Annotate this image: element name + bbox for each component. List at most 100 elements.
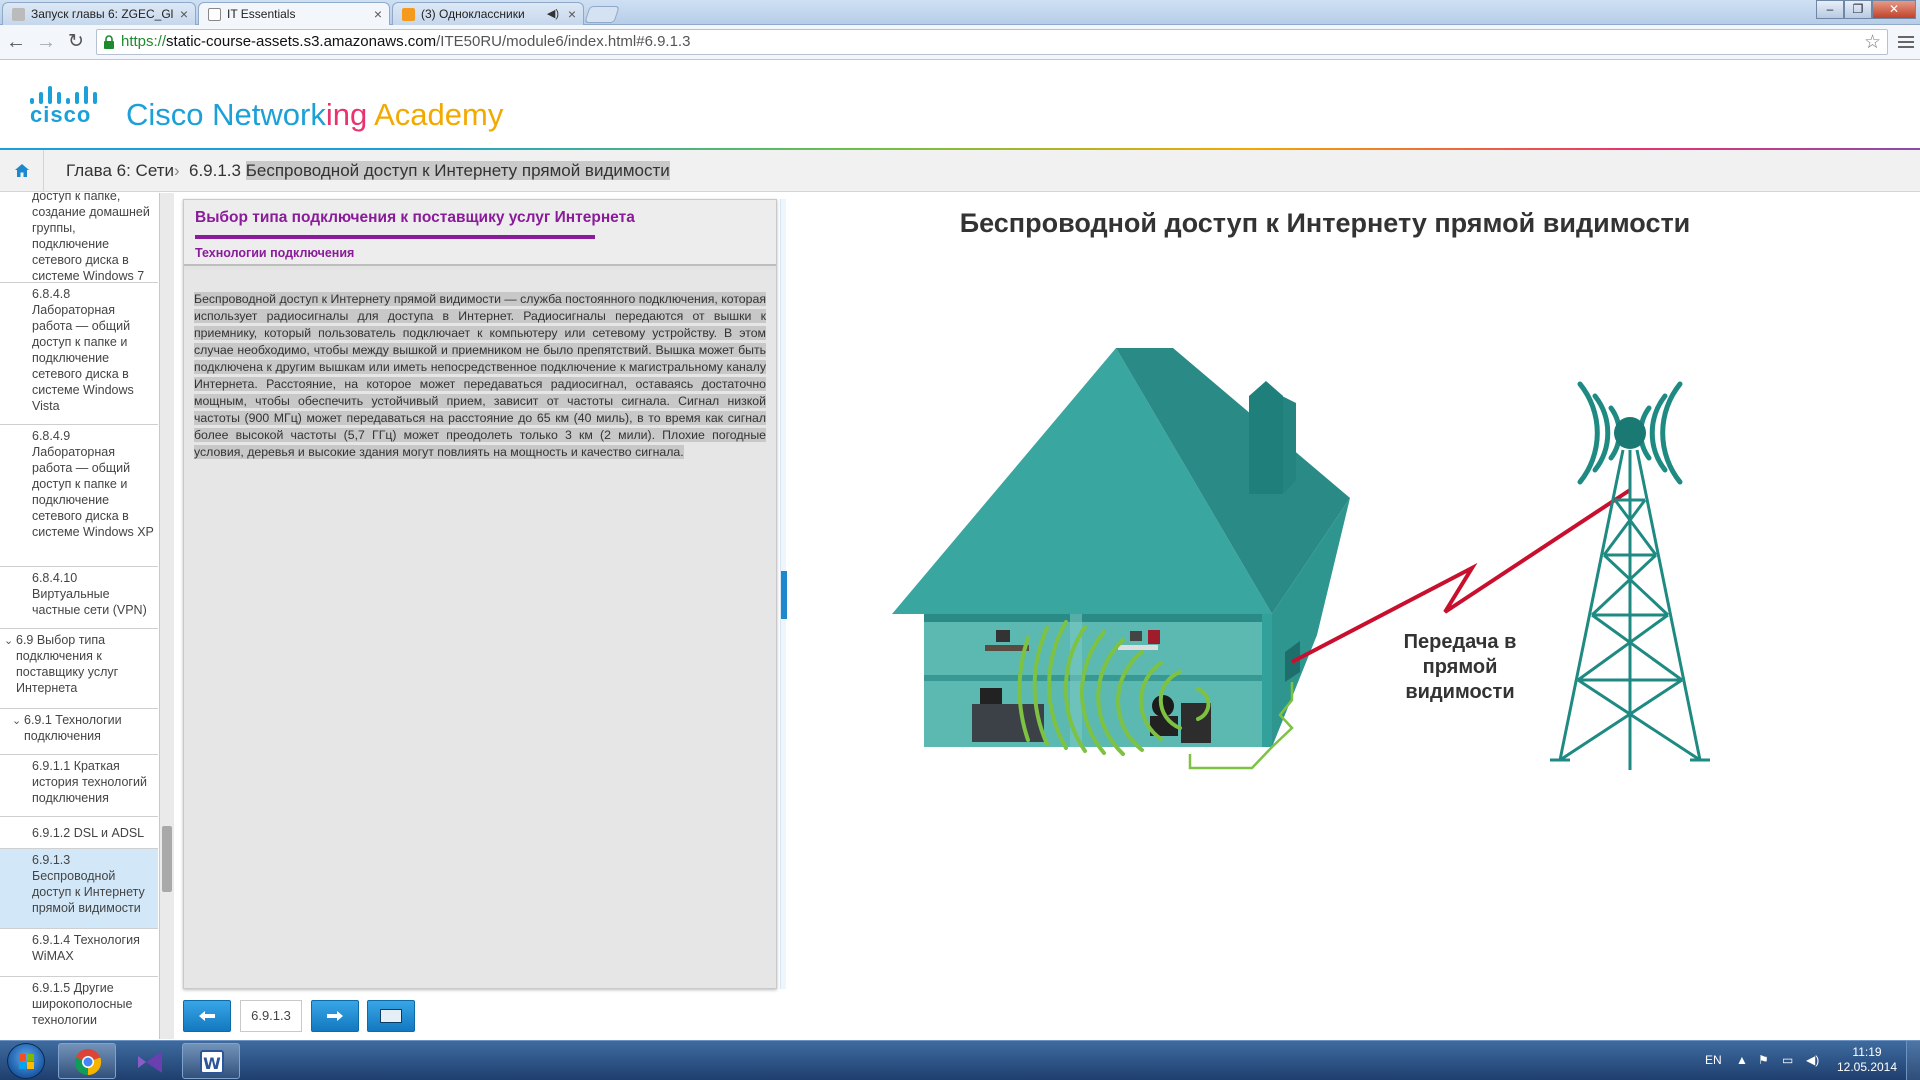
next-page-button[interactable]	[311, 1000, 359, 1032]
cisco-logo-word: cisco	[30, 102, 92, 127]
breadcrumb-chapter[interactable]: Глава 6: Сети	[66, 161, 174, 181]
odnoklassniki-icon	[402, 8, 415, 21]
content-panel-title: Выбор типа подключения к поставщику услу…	[195, 209, 635, 226]
system-clock[interactable]: 11:19 12.05.2014	[1832, 1045, 1902, 1075]
content-panel: Выбор типа подключения к поставщику услу…	[183, 199, 777, 989]
url-text: https://static-course-assets.s3.amazonaw…	[121, 33, 690, 50]
close-tab-icon[interactable]: ×	[374, 3, 382, 25]
url-scheme: https://	[121, 33, 167, 50]
toc-item[interactable]: 6.9.1.1 Краткая история технологий подкл…	[0, 755, 158, 817]
illustration-title: Беспроводной доступ к Интернету прямой в…	[959, 208, 1691, 238]
browser-tab-2[interactable]: IT Essentials ×	[198, 2, 390, 26]
caption-line: видимости	[1405, 681, 1515, 703]
academy-word: Network	[212, 97, 326, 132]
taskbar-visual-studio-button[interactable]	[120, 1043, 178, 1079]
toc-item-subsection[interactable]: ⌄ 6.9.1 Технологии подключения	[0, 709, 158, 755]
fullscreen-button[interactable]	[367, 1000, 415, 1032]
line-of-sight-illustration	[892, 348, 1710, 770]
house-illustration	[892, 348, 1350, 770]
breadcrumb-section: 6.9.1.3 Беспроводной доступ к Интернету …	[189, 161, 670, 181]
academy-title: Cisco Networking Academy	[126, 97, 503, 133]
toc-item-label: 6.9.1 Технологии подключения	[24, 713, 122, 743]
chrome-icon	[74, 1049, 102, 1076]
toc-item[interactable]: 6.8.4.9 Лабораторная работа — общий дост…	[0, 425, 158, 567]
browser-tabstrip: Запуск главы 6: ZGEC_Gl × IT Essentials …	[0, 0, 1920, 26]
screen-icon	[380, 1009, 402, 1023]
browser-toolbar: ← → ↻ https://static-course-assets.s3.am…	[0, 25, 1920, 60]
breadcrumb-section-number: 6.9.1.3	[189, 161, 241, 180]
academy-word: Academy	[374, 97, 504, 132]
start-button[interactable]	[7, 1043, 45, 1079]
toc-item[interactable]: 6.8.4.8 Лабораторная работа — общий дост…	[0, 283, 158, 425]
home-icon	[15, 164, 29, 177]
toc-item[interactable]: 6.8.4.10 Виртуальные частные сети (VPN)	[0, 567, 158, 629]
toc-item[interactable]: доступ к папке, создание домашней группы…	[0, 193, 158, 283]
caption-line: Передача в	[1403, 631, 1517, 653]
arrow-right-icon	[327, 1011, 343, 1021]
new-tab-button[interactable]	[584, 6, 620, 23]
visual-studio-icon	[138, 1051, 162, 1073]
taskbar-word-button[interactable]: W	[182, 1043, 240, 1079]
tab-title: (3) Одноклассники	[421, 7, 525, 21]
action-center-flag-icon[interactable]: ⚑	[1758, 1053, 1769, 1067]
home-button[interactable]	[0, 150, 44, 192]
volume-icon[interactable]: ◀)	[1806, 1053, 1819, 1067]
restore-window-button[interactable]: ❐	[1844, 0, 1872, 19]
table-of-contents: доступ к папке, создание домашней группы…	[0, 193, 160, 1039]
radio-tower-icon	[1550, 381, 1710, 770]
bookmark-star-icon[interactable]: ☆	[1864, 31, 1881, 54]
toc-item-section[interactable]: ⌄ 6.9 Выбор типа подключения к поставщик…	[0, 629, 158, 709]
forward-arrow-icon[interactable]: →	[34, 31, 58, 55]
browser-tab-1[interactable]: Запуск главы 6: ZGEC_Gl ×	[2, 2, 196, 25]
svg-text:W: W	[203, 1054, 221, 1073]
word-icon: W	[200, 1050, 224, 1074]
site-header: cisco Cisco Networking Academy	[0, 60, 1920, 150]
content-panel-body: Беспроводной доступ к Интернету прямой в…	[184, 270, 776, 988]
panel-splitter[interactable]	[780, 199, 787, 989]
toc-scrollbar-thumb[interactable]	[162, 826, 172, 892]
keyboard-language-indicator[interactable]: EN	[1705, 1053, 1722, 1067]
page-favicon-icon	[12, 8, 25, 21]
back-arrow-icon[interactable]: ←	[4, 31, 28, 55]
chevron-down-icon: ⌄	[4, 635, 14, 647]
title-underline	[195, 235, 595, 239]
academy-word: Cisco	[126, 97, 204, 132]
splitter-grip-handle[interactable]	[781, 571, 787, 619]
cisco-logo-bars-icon	[30, 84, 102, 104]
network-icon[interactable]: ▭	[1782, 1053, 1793, 1067]
content-panel-subtitle: Технологии подключения	[195, 246, 355, 260]
previous-page-button[interactable]	[183, 1000, 231, 1032]
taskbar-chrome-button[interactable]	[58, 1043, 116, 1079]
caption-line: прямой	[1422, 656, 1498, 678]
breadcrumb-section-title: Беспроводной доступ к Интернету прямой в…	[245, 161, 670, 180]
page-number-indicator: 6.9.1.3	[240, 1000, 302, 1032]
toc-item-active[interactable]: 6.9.1.3 Беспроводной доступ к Интернету …	[0, 849, 158, 929]
content-paragraph-text: Беспроводной доступ к Интернету прямой в…	[194, 292, 766, 459]
browser-menu-icon[interactable]	[1898, 33, 1914, 51]
chevron-down-icon: ⌄	[12, 715, 22, 727]
reload-icon[interactable]: ↻	[64, 31, 88, 55]
close-window-button[interactable]: ✕	[1872, 0, 1916, 19]
minimize-window-button[interactable]: –	[1816, 0, 1844, 19]
browser-tab-3[interactable]: (3) Одноклассники ◀) ×	[392, 2, 584, 25]
url-host: static-course-assets.s3.amazonaws.com	[166, 33, 437, 50]
page-favicon-icon	[208, 8, 221, 21]
content-panel-header: Выбор типа подключения к поставщику услу…	[184, 200, 776, 266]
toc-item[interactable]: 6.9.1.4 Технология WiMAX	[0, 929, 158, 977]
toc-item[interactable]: 6.9.1.2 DSL и ADSL	[0, 817, 158, 849]
close-tab-icon[interactable]: ×	[180, 3, 188, 25]
audio-playing-icon[interactable]: ◀)	[547, 3, 559, 25]
content-paragraph: Беспроводной доступ к Интернету прямой в…	[194, 291, 766, 461]
windows-taskbar: W EN ▲ ⚑ ▭ ◀) 11:19 12.05.2014	[0, 1040, 1920, 1080]
show-hidden-icons-icon[interactable]: ▲	[1736, 1053, 1748, 1067]
address-bar[interactable]: https://static-course-assets.s3.amazonaw…	[96, 29, 1888, 55]
url-path: /ITE50RU/module6/index.html#6.9.1.3	[436, 33, 691, 50]
toc-scrollbar[interactable]	[160, 193, 174, 1039]
toc-item-label: 6.9 Выбор типа подключения к поставщику …	[16, 633, 119, 695]
show-desktop-button[interactable]	[1906, 1041, 1920, 1080]
breadcrumb: Глава 6: Сети › 6.9.1.3 Беспроводной дос…	[0, 150, 1920, 192]
toc-item[interactable]: 6.9.1.5 Другие широкополосные технологии	[0, 977, 158, 1039]
tab-title: Запуск главы 6: ZGEC_Gl	[31, 7, 174, 21]
close-tab-icon[interactable]: ×	[568, 3, 576, 25]
clock-time: 11:19	[1852, 1045, 1882, 1059]
